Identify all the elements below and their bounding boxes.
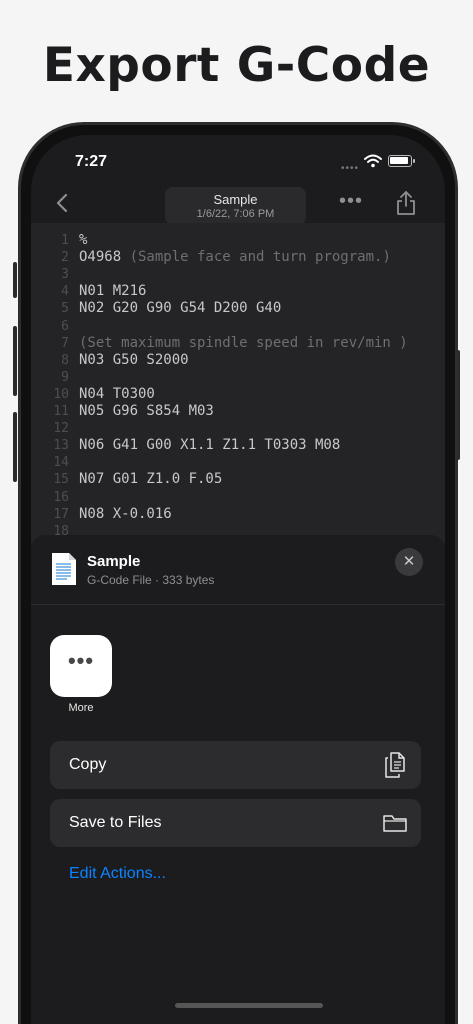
copy-icon (385, 752, 405, 778)
line-number: 7 (61, 335, 69, 351)
battery-icon (388, 155, 415, 167)
share-sheet-header: Sample G-Code File · 333 bytes ✕ (31, 535, 445, 605)
code-line: 14 (31, 454, 445, 471)
line-number: 10 (53, 386, 69, 402)
status-time: 7:27 (75, 153, 108, 170)
line-number: 5 (61, 301, 69, 317)
code-line: 6 (31, 318, 445, 335)
code-instruction: N08 X-0.016 (79, 505, 172, 522)
code-text: (Set maximum spindle speed in rev/min ) (79, 335, 408, 352)
code-text: N06 G41 G00 X1.1 Z1.1 T0303 M08 (79, 437, 340, 454)
code-instruction: N06 G41 G00 X1.1 Z1.1 T0303 M08 (79, 437, 341, 454)
line-number: 3 (61, 267, 69, 283)
more-apps-button[interactable]: ••• (50, 635, 112, 697)
more-ellipsis-icon[interactable]: ••• (339, 190, 363, 213)
code-text: N04 T0300 (79, 386, 155, 403)
code-instruction: N05 G96 S854 M03 (79, 403, 214, 419)
line-number: 17 (53, 506, 69, 522)
navigation-bar: Sample 1/6/22, 7:06 PM ••• (31, 185, 445, 225)
line-number: 15 (53, 472, 69, 488)
edit-actions-link[interactable]: Edit Actions... (69, 865, 166, 883)
line-number: 14 (53, 455, 69, 471)
code-text: N07 G01 Z1.0 F.05 (79, 471, 222, 488)
document-title-button[interactable]: Sample 1/6/22, 7:06 PM (165, 187, 306, 225)
headline: Export G-Code (42, 38, 431, 93)
code-line: 11 N05 G96 S854 M03 (31, 403, 445, 420)
line-number: 11 (53, 404, 69, 419)
code-line: 17 N08 X-0.016 (31, 506, 445, 523)
save-to-files-action-label: Save to Files (69, 814, 162, 831)
code-line: 5 N02 G20 G90 G54 D200 G40 (31, 300, 445, 317)
mute-switch (13, 262, 17, 298)
code-text: N05 G96 S854 M03 (79, 403, 214, 420)
code-instruction: % (79, 232, 88, 248)
code-instruction: N03 G50 S2000 (79, 351, 189, 368)
line-number: 6 (61, 318, 69, 334)
phone-frame: 7:27 •••• Sample 1/6/22, 7:06 PM ••• 1 %… (18, 122, 458, 1024)
copy-action-button[interactable]: Copy (50, 741, 421, 789)
share-icon[interactable] (395, 190, 417, 216)
line-number: 4 (61, 284, 69, 300)
line-number: 8 (61, 352, 69, 368)
wifi-icon (364, 154, 382, 168)
copy-action-label: Copy (69, 756, 107, 773)
share-sheet: Sample G-Code File · 333 bytes ✕ ••• Mor… (31, 535, 445, 1024)
code-line: 2 O4968 (Sample face and turn program.) (31, 249, 445, 266)
code-line: 15 N07 G01 Z1.0 F.05 (31, 471, 445, 488)
code-line: 1% (31, 232, 445, 249)
document-icon (52, 553, 76, 585)
line-number: 13 (53, 438, 69, 454)
code-line: 3 (31, 266, 445, 283)
more-apps-label: More (68, 702, 94, 714)
volume-down-button (13, 412, 17, 482)
line-number: 9 (61, 369, 69, 385)
line-number: 2 (61, 250, 69, 266)
code-text: O4968 (Sample face and turn program.) (79, 249, 391, 266)
folder-icon (383, 815, 407, 832)
code-line: 12 (31, 420, 445, 437)
code-instruction: O4968 (79, 249, 130, 266)
document-date: 1/6/22, 7:06 PM (196, 208, 275, 220)
code-line: 10 N04 T0300 (31, 386, 445, 403)
code-instruction: N02 G20 G90 G54 D200 G40 (79, 300, 282, 317)
share-file-name: Sample (87, 553, 141, 570)
code-text: N02 G20 G90 G54 D200 G40 (79, 300, 281, 317)
code-instruction: N01 M216 (79, 283, 147, 300)
code-text: N03 G50 S2000 (79, 352, 189, 369)
code-line: 4 N01 M216 (31, 283, 445, 300)
status-bar: 7:27 •••• (31, 135, 445, 185)
screen: 7:27 •••• Sample 1/6/22, 7:06 PM ••• 1 %… (31, 135, 445, 1024)
back-chevron-icon[interactable] (51, 191, 75, 215)
code-line: 8 N03 G50 S2000 (31, 352, 445, 369)
document-title: Sample (213, 192, 258, 207)
line-number: 1 (61, 233, 69, 248)
code-editor[interactable]: 1% 2 O4968 (Sample face and turn program.)… (31, 223, 445, 543)
code-instruction: N07 G01 Z1.0 F.05 (79, 471, 223, 488)
code-comment: (Set maximum spindle speed in rev/min ) (79, 334, 408, 351)
save-to-files-action-button[interactable]: Save to Files (50, 799, 421, 847)
code-text: N08 X-0.016 (79, 506, 172, 523)
code-instruction: N04 T0300 (79, 385, 155, 402)
signal-icon: •••• (341, 163, 360, 174)
line-number: 16 (53, 489, 69, 505)
ellipsis-icon: ••• (67, 648, 95, 673)
code-text: N01 M216 (79, 283, 146, 300)
close-button[interactable]: ✕ (395, 548, 423, 576)
code-line: 13 N06 G41 G00 X1.1 Z1.1 T0303 M08 (31, 437, 445, 454)
code-text: % (79, 232, 87, 249)
volume-up-button (13, 326, 17, 396)
code-comment: (Sample face and turn program.) (129, 249, 391, 266)
line-number: 12 (53, 421, 69, 437)
code-line: 9 (31, 369, 445, 386)
home-indicator[interactable] (175, 1003, 323, 1008)
share-file-info: G-Code File · 333 bytes (87, 573, 215, 587)
code-line: 7 (Set maximum spindle speed in rev/min ) (31, 335, 445, 352)
code-line: 16 (31, 489, 445, 506)
